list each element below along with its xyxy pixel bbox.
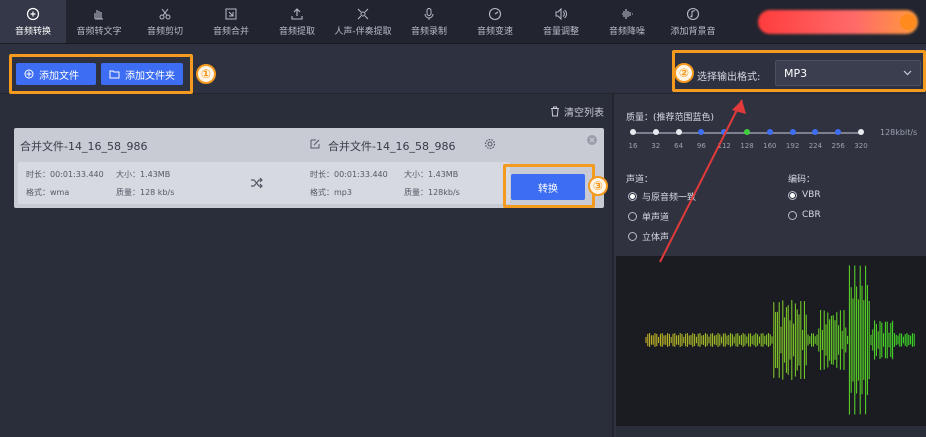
annotation-arrow <box>659 99 746 263</box>
